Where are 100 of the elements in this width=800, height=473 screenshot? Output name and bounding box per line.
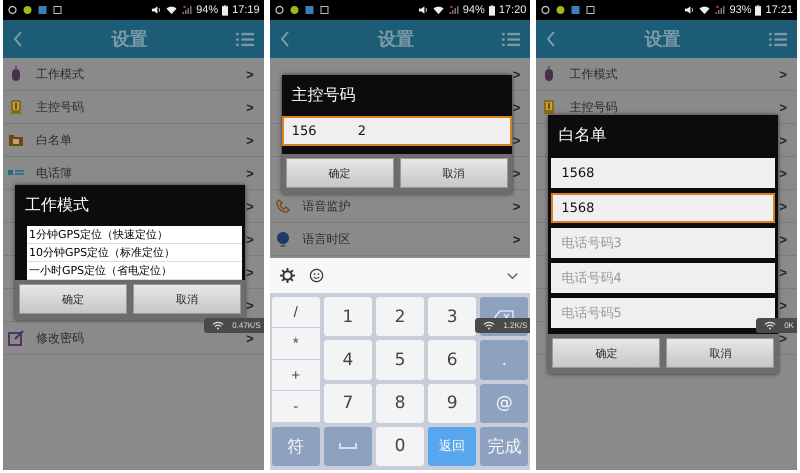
row-arrow: > [246,330,254,346]
menu-icon[interactable] [236,32,254,46]
battery-percentage: 94% [196,4,218,16]
row-arrow: > [779,198,788,214]
app-square-icon [304,5,315,15]
row-arrow: > [779,166,788,180]
row-label: 语言时区 [302,230,351,248]
battery-icon [488,4,495,16]
folder-icon [8,132,24,148]
phone-number-field[interactable]: 电话号码3 [551,228,776,258]
smiley-icon[interactable] [308,268,324,283]
network-speed: 0K [784,321,794,330]
settings-row[interactable]: 白名单 > [3,124,264,157]
signal-icon [181,5,192,15]
row-arrow: > [246,166,254,180]
dialog-title: 工作模式 [24,194,90,216]
status-time: 17:19 [232,4,260,16]
row-label: 电话簿 [36,164,72,182]
dialog-button[interactable]: 确定 [552,338,660,368]
settings-icon[interactable] [280,268,295,283]
wifi-icon [699,5,710,15]
digit-key[interactable]: 0 [376,426,424,466]
symbol-key[interactable]: / [272,297,320,328]
phone-number-field[interactable]: 1568 [551,193,776,223]
row-arrow: > [512,166,520,180]
dialog-button[interactable]: 确定 [286,158,394,188]
row-arrow: > [512,66,520,82]
volume-icon [684,5,696,15]
dialog-button[interactable]: 取消 [133,284,241,314]
dialog-button[interactable]: 取消 [666,338,774,368]
app-square-icon [570,5,582,15]
wifi-icon [432,5,444,15]
row-arrow: > [512,132,520,148]
digit-key[interactable]: 9 [428,384,476,423]
battery-icon [222,4,228,16]
row-arrow: > [779,298,788,312]
row-label: 主控号码 [569,98,618,116]
symbol-key[interactable]: * [272,328,320,360]
row-arrow: > [246,132,254,148]
phone-number-field[interactable]: 电话号码4 [551,263,776,293]
settings-row[interactable]: 语言时区 > [270,223,530,256]
digit-key[interactable]: 2 [376,297,424,336]
row-arrow: > [512,198,520,214]
digit-key[interactable]: 4 [324,340,372,380]
digit-key[interactable]: 8 [376,384,424,423]
phone-number-field[interactable]: 1568 [551,158,776,188]
settings-row[interactable]: 工作模式 > [536,58,798,91]
status-time: 17:20 [498,4,526,16]
row-arrow: > [779,232,788,246]
app-square-icon [37,5,48,15]
row-arrow: > [246,298,254,312]
wifi-icon [764,321,776,330]
phone-icon [274,198,291,214]
space-key[interactable] [324,426,372,466]
row-arrow: > [246,264,254,280]
globe-icon [274,231,291,247]
digit-key[interactable]: 7 [324,384,372,423]
digit-key[interactable]: 5 [376,340,424,380]
phone-number-field[interactable]: 156 2 [282,116,512,146]
menu-icon[interactable] [769,32,788,46]
dialog-button[interactable]: 确定 [19,284,127,314]
settings-row[interactable]: 工作模式 > [3,58,264,91]
settings-row[interactable]: 主控号码 > [3,91,264,124]
dialog-button[interactable]: 取消 [400,158,508,188]
row-label: 语音监护 [302,198,351,214]
row-label: 白名单 [36,132,72,148]
app-dot-icon [555,5,566,15]
menu-icon[interactable] [502,32,520,46]
status-time: 17:21 [765,4,794,16]
battery-percentage: 94% [462,4,485,16]
row-arrow: > [512,100,520,114]
phone-number-field[interactable]: 电话号码5 [551,298,776,328]
image-icon [318,5,330,15]
option-item[interactable]: 10分钟GPS定位（标准定位） [27,244,242,262]
wifi-icon [212,321,224,330]
digit-key[interactable]: 6 [428,340,476,380]
volume-icon [418,5,429,15]
row-arrow: > [246,198,254,214]
back-icon[interactable] [13,30,23,48]
row-arrow: > [246,100,254,114]
row-arrow: > [779,66,788,82]
header-title: 设置 [376,28,415,51]
row-arrow: > [779,100,788,114]
network-speed: 1.2K/S [503,321,528,330]
header-title: 设置 [110,28,148,51]
dialog-title: 白名单 [557,124,608,146]
row-label: 主控号码 [36,98,84,116]
back-icon[interactable] [546,30,556,48]
app-dot-icon [288,5,300,15]
digit-key[interactable]: 1 [324,297,372,336]
app-dot-icon [22,5,33,15]
wifi-icon [483,321,496,330]
signal-icon [714,5,726,15]
back-icon[interactable] [280,30,290,48]
digit-key[interactable]: 3 [428,297,476,336]
symbol-key[interactable]: - [272,391,320,423]
wifi-icon [166,5,178,15]
symbol-key[interactable]: + [272,360,320,392]
option-item[interactable]: 1分钟GPS定位（快速定位） [27,226,242,244]
phone-number-icon [8,99,24,115]
